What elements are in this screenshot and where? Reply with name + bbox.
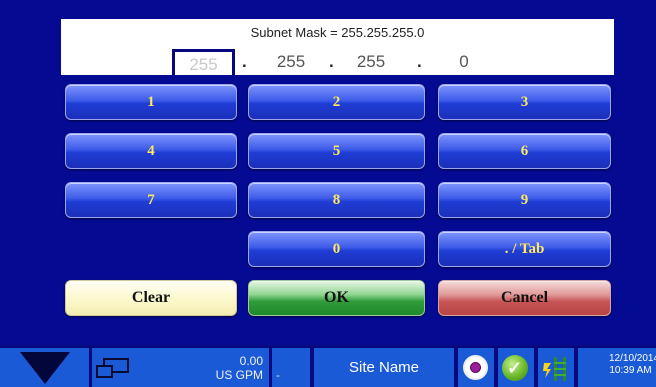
status-button[interactable]: ✓	[498, 348, 534, 387]
octet-3-field[interactable]: 255	[343, 49, 399, 75]
octet-separator: .	[329, 52, 334, 71]
checkmark-icon: ✓	[502, 355, 528, 381]
ip-entry-display: Subnet Mask = 255.255.255.0 255 . 255 . …	[61, 19, 614, 75]
window-icon	[96, 358, 129, 378]
key-6-button[interactable]: 6	[438, 133, 611, 169]
record-button[interactable]	[458, 348, 494, 387]
key-3-button[interactable]: 3	[438, 84, 611, 120]
ok-button[interactable]: OK	[248, 280, 425, 316]
datetime-display: 12/10/2014 10:39 AM	[609, 353, 656, 377]
octet-separator: .	[417, 52, 422, 71]
display-title: Subnet Mask = 255.255.255.0	[250, 25, 425, 40]
key-7-button[interactable]: 7	[65, 182, 237, 218]
site-name-label: Site Name	[348, 359, 420, 376]
time-label: 10:39 AM	[609, 365, 652, 376]
octet-4-field[interactable]: 0	[454, 49, 474, 75]
key-2-button[interactable]: 2	[248, 84, 425, 120]
ladder-button[interactable]	[538, 348, 574, 387]
menu-button[interactable]	[0, 348, 89, 387]
key-4-button[interactable]: 4	[65, 133, 237, 169]
key-0-button[interactable]: 0	[248, 231, 425, 267]
secondary-readout-panel[interactable]: -	[272, 348, 310, 387]
secondary-readout-value: -	[276, 368, 280, 382]
octet-2-field[interactable]: 255	[264, 49, 318, 75]
ladder-icon	[543, 357, 566, 381]
cancel-button[interactable]: Cancel	[438, 280, 611, 316]
clear-button[interactable]: Clear	[65, 280, 237, 316]
octet-1-field[interactable]: 255	[172, 49, 235, 75]
datetime-panel[interactable]: 12/10/2014 10:39 AM	[578, 348, 656, 387]
key-9-button[interactable]: 9	[438, 182, 611, 218]
record-button-icon	[463, 355, 488, 380]
flow-value: 0.00	[239, 354, 263, 368]
triangle-down-icon	[20, 352, 70, 384]
subnet-mask-screen: Subnet Mask = 255.255.255.0 255 . 255 . …	[0, 0, 656, 345]
flow-readout-panel[interactable]: 0.00 US GPM	[92, 348, 269, 387]
key-1-button[interactable]: 1	[65, 84, 237, 120]
flow-unit: US GPM	[215, 368, 263, 382]
dot-tab-button[interactable]: . / Tab	[438, 231, 611, 267]
site-name-panel[interactable]: Site Name	[314, 348, 454, 387]
octet-separator: .	[242, 52, 247, 71]
key-8-button[interactable]: 8	[248, 182, 425, 218]
date-label: 12/10/2014	[609, 353, 656, 364]
key-5-button[interactable]: 5	[248, 133, 425, 169]
status-taskbar: 0.00 US GPM - Site Name ✓ 12/10/2014 10:…	[0, 345, 656, 387]
